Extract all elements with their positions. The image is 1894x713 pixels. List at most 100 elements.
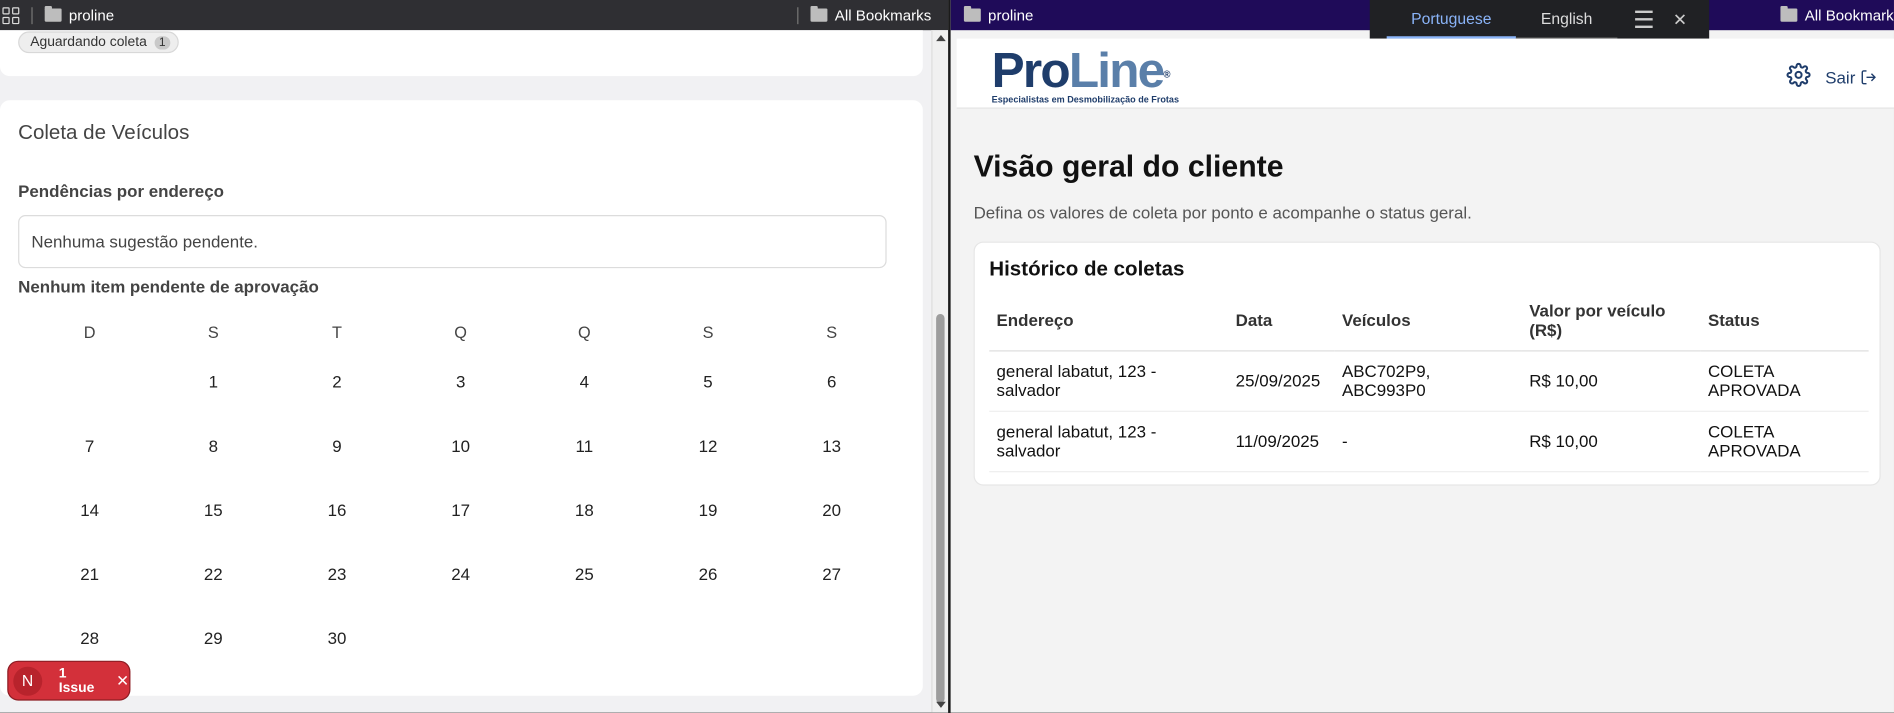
cell-value: R$ 10,00	[1521, 410, 1701, 472]
calendar-day[interactable]: 1	[151, 371, 275, 390]
right-browser-window: proline All Bookmarks Portuguese English…	[950, 0, 1894, 713]
calendar-day[interactable]: 13	[770, 435, 894, 454]
table-row: general labatut, 123 - salvador 25/09/20…	[989, 350, 1869, 412]
translate-bar: Portuguese English ☰ ✕	[1369, 0, 1710, 39]
calendar-day[interactable]: 15	[151, 499, 275, 518]
folder-icon	[44, 6, 62, 22]
calendar-day[interactable]: 9	[275, 435, 399, 454]
history-table: Endereço Data Veículos Valor por veículo…	[989, 291, 1869, 472]
cell-status: COLETA APROVADA	[1700, 410, 1869, 472]
page-title: Visão geral do cliente	[973, 149, 1284, 184]
issues-count-label[interactable]: 1 Issue	[59, 666, 105, 695]
cell-date: 25/09/2025	[1228, 350, 1335, 412]
status-chip-count: 1	[154, 35, 171, 49]
bookmarks-separator	[31, 6, 33, 24]
app-header: ProLine® Especialistas em Desmobilização…	[956, 38, 1894, 109]
scroll-down-arrow-icon[interactable]	[936, 701, 946, 708]
column-header: Veículos	[1334, 291, 1522, 351]
calendar-weekday-row: D S T Q Q S S	[28, 316, 894, 349]
calendar-week-row: 14 15 16 17 18 19 20	[28, 477, 894, 541]
calendar-day[interactable]: 5	[646, 371, 770, 390]
logout-button[interactable]: Sair	[1825, 67, 1877, 86]
calendar-day[interactable]: 4	[522, 371, 646, 390]
calendar-day[interactable]: 6	[770, 371, 894, 390]
weekday-label: T	[331, 323, 342, 342]
bookmark-folder-proline[interactable]: proline	[963, 6, 1033, 24]
history-title: Histórico de coletas	[989, 257, 1185, 281]
all-bookmarks-label: All Bookmarks	[1804, 6, 1894, 24]
vertical-scrollbar[interactable]	[931, 30, 949, 713]
folder-icon	[963, 6, 981, 22]
proline-logo[interactable]: ProLine® Especialistas em Desmobilização…	[992, 43, 1179, 105]
all-bookmarks-button[interactable]: All Bookmarks	[1780, 0, 1894, 30]
bookmark-folder-label: proline	[68, 6, 115, 24]
calendar-day[interactable]: 25	[522, 563, 646, 582]
menu-icon[interactable]: ☰	[1633, 4, 1655, 34]
calendar-day[interactable]: 11	[522, 435, 646, 454]
column-header: Status	[1700, 291, 1869, 351]
logout-icon	[1861, 69, 1876, 84]
calendar-day[interactable]: 20	[770, 499, 894, 518]
weekday-label: Q	[577, 323, 591, 342]
close-icon[interactable]: ✕	[1673, 9, 1687, 30]
calendar-day[interactable]: 10	[399, 435, 523, 454]
pending-empty-text: Nenhuma sugestão pendente.	[31, 231, 258, 252]
cell-vehicles: ABC702P9, ABC993P0	[1334, 350, 1522, 412]
cell-address: general labatut, 123 - salvador	[989, 410, 1229, 472]
calendar-day[interactable]: 27	[770, 563, 894, 582]
calendar-day[interactable]: 21	[28, 563, 152, 582]
calendar-week-row: 7 8 9 10 11 12 13	[28, 413, 894, 477]
calendar-day[interactable]: 14	[28, 499, 152, 518]
calendar-day[interactable]: 24	[399, 563, 523, 582]
calendar-day[interactable]: 22	[151, 563, 275, 582]
calendar-week-row: 28 29 30	[28, 605, 894, 669]
close-icon[interactable]: ✕	[116, 671, 129, 690]
folder-icon	[1780, 6, 1798, 22]
folder-icon	[810, 6, 828, 22]
logout-label: Sair	[1825, 67, 1856, 87]
calendar: D S T Q Q S S 1 2 3 4 5 6 7 8 9 10 11 12…	[28, 316, 894, 669]
calendar-week-row: 21 22 23 24 25 26 27	[28, 541, 894, 605]
column-header: Endereço	[989, 291, 1229, 351]
brand-name-part: Pro	[991, 42, 1071, 98]
calendar-day[interactable]: 23	[275, 563, 399, 582]
calendar-day[interactable]: 26	[646, 563, 770, 582]
translate-tab-english[interactable]: English	[1515, 0, 1618, 39]
weekday-label: Q	[454, 323, 468, 342]
scrollbar-thumb[interactable]	[936, 314, 945, 703]
status-chip-label: Aguardando coleta	[30, 35, 147, 50]
calendar-day[interactable]: 7	[28, 435, 152, 454]
all-bookmarks-button[interactable]: All Bookmarks	[785, 0, 931, 30]
calendar-day[interactable]: 29	[151, 628, 275, 647]
calendar-day[interactable]: 12	[646, 435, 770, 454]
table-header-row: Endereço Data Veículos Valor por veículo…	[989, 291, 1869, 351]
all-bookmarks-label: All Bookmarks	[834, 6, 932, 24]
status-card: Aguardando coleta 1	[0, 30, 923, 77]
calendar-day[interactable]: 17	[399, 499, 523, 518]
bookmark-folder-proline[interactable]: proline	[44, 6, 115, 24]
cell-address: general labatut, 123 - salvador	[989, 350, 1229, 412]
issues-badge[interactable]: N 1 Issue ✕	[8, 661, 130, 700]
nextjs-logo-icon: N	[13, 666, 42, 696]
calendar-day[interactable]: 2	[275, 371, 399, 390]
calendar-day[interactable]: 30	[275, 628, 399, 647]
scroll-up-arrow-icon[interactable]	[936, 35, 946, 42]
cell-vehicles: -	[1334, 410, 1522, 472]
page-subtitle: Defina os valores de coleta por ponto e …	[973, 202, 1472, 223]
calendar-day[interactable]: 18	[522, 499, 646, 518]
column-header: Data	[1228, 291, 1335, 351]
brand-name: ProLine®	[992, 43, 1179, 96]
calendar-day[interactable]: 3	[399, 371, 523, 390]
registered-mark: ®	[1163, 68, 1170, 80]
status-chip-awaiting-collection[interactable]: Aguardando coleta 1	[18, 31, 179, 54]
calendar-day[interactable]: 28	[28, 628, 152, 647]
approval-empty-text: Nenhum item pendente de aprovação	[18, 276, 319, 296]
pending-suggestions-box: Nenhuma sugestão pendente.	[18, 215, 887, 269]
gear-icon[interactable]	[1786, 62, 1811, 91]
weekday-label: S	[207, 323, 219, 342]
translate-tab-portuguese[interactable]: Portuguese	[1386, 0, 1516, 39]
calendar-day[interactable]: 8	[151, 435, 275, 454]
calendar-day[interactable]: 16	[275, 499, 399, 518]
apps-grid-icon[interactable]	[2, 6, 20, 24]
calendar-day[interactable]: 19	[646, 499, 770, 518]
